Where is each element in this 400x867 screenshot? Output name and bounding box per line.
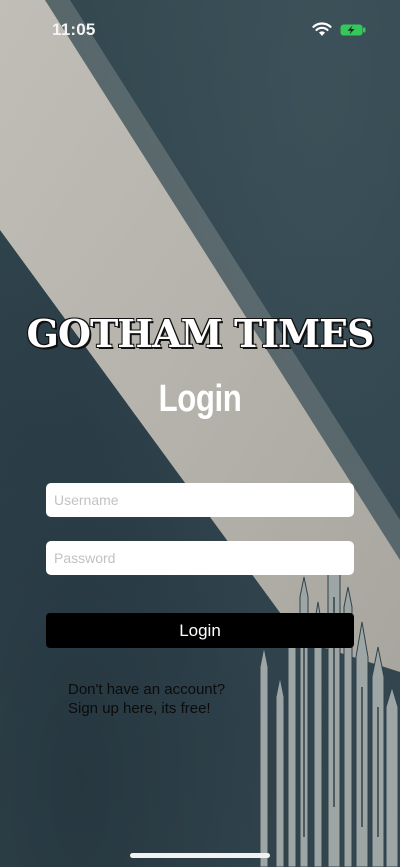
- status-time: 11:05: [52, 20, 96, 39]
- signup-line-1: Don't have an account?: [68, 681, 226, 698]
- password-input[interactable]: [46, 541, 354, 575]
- signup-link[interactable]: Don't have an account? Sign up here, its…: [68, 680, 225, 718]
- home-indicator[interactable]: [130, 853, 270, 858]
- status-bar: 11:05: [0, 0, 400, 54]
- page-heading: Login: [158, 378, 242, 420]
- login-button[interactable]: Login: [46, 613, 354, 648]
- wifi-icon: [312, 22, 332, 36]
- battery-charging-icon: [340, 24, 366, 36]
- signup-line-2: Sign up here, its free!: [68, 700, 211, 717]
- app-title: GOTHAM TIMES: [26, 311, 374, 356]
- login-screen: 11:05 GOTHAM TIMES Login Login Don't hav…: [0, 0, 400, 867]
- username-input[interactable]: [46, 483, 354, 517]
